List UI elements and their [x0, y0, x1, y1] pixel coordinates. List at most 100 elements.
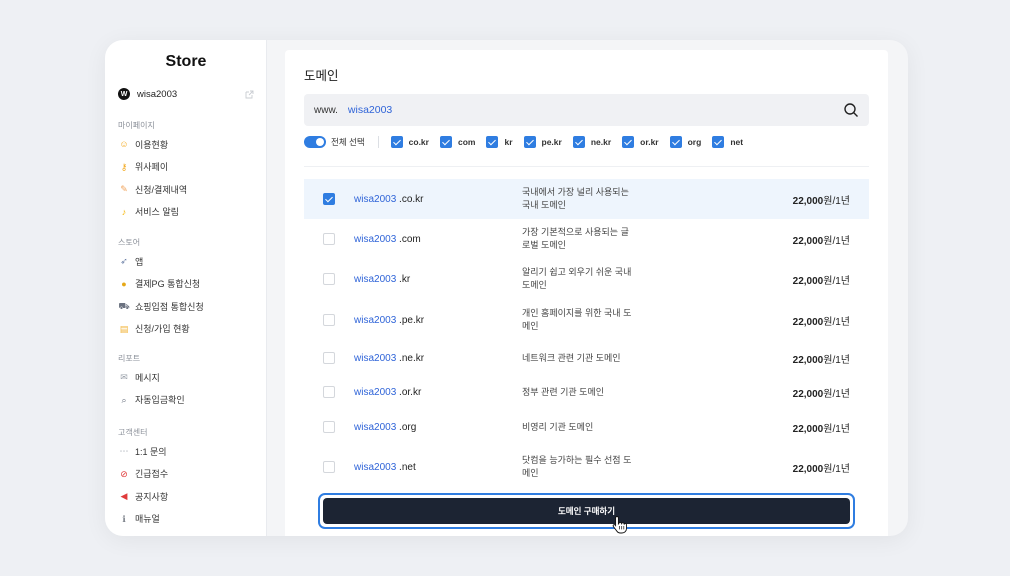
tld-checkbox-label: com [457, 137, 476, 147]
domain-tld: .or.kr [399, 386, 422, 398]
filter-divider [377, 136, 379, 148]
domain-name[interactable]: wisa2003 .com [354, 234, 421, 245]
price-unit: 원/1년 [823, 463, 850, 475]
domain-checkbox[interactable] [323, 352, 335, 364]
domain-row[interactable]: wisa2003 .co.kr 국내에서 가장 널리 사용되는 국내 도메인 22,… [304, 179, 869, 219]
domain-price: 22,000원/1년 [793, 272, 850, 287]
domain-price: 22,000원/1년 [793, 313, 850, 328]
tld-checkbox[interactable] [486, 136, 499, 148]
domain-name[interactable]: wisa2003 .or.kr [354, 387, 421, 398]
bell-icon: ♪ [121, 206, 127, 217]
sidebar-item[interactable]: ✉ 메시지 [118, 370, 160, 384]
domain-search-box: www. [304, 94, 869, 126]
tld-checkbox[interactable] [523, 136, 536, 148]
domain-price: 22,000원/1년 [793, 232, 850, 247]
chat-icon: ⋯ [119, 446, 129, 456]
tld-checkbox[interactable] [439, 136, 452, 148]
domain-row[interactable]: wisa2003 .org 비영리 기관 도메인 22,000원/1년 [304, 412, 869, 442]
domain-description: 닷컴을 능가하는 필수 선점 도메인 [522, 455, 632, 478]
price-unit: 원/1년 [823, 275, 850, 287]
domain-row[interactable]: wisa2003 .com 가장 기본적으로 사용되는 글로벌 도메인 22,000… [304, 219, 869, 259]
sidebar-item[interactable]: ● 결제PG 통합신청 [118, 277, 200, 291]
sidebar-item[interactable]: ⊘ 긴급접수 [118, 467, 168, 481]
domain-tld: .pe.kr [399, 314, 425, 326]
sidebar-item-label: 메시지 [135, 372, 160, 383]
domain-description: 개인 홈페이지를 위한 국내 도메인 [522, 308, 632, 331]
domain-checkbox[interactable] [323, 461, 335, 473]
pencil-icon: ✎ [120, 184, 128, 194]
store-title: Store [165, 53, 207, 70]
tld-checkbox[interactable] [622, 136, 635, 148]
sidebar-item[interactable]: ⌕ 자동입금확인 [118, 393, 184, 407]
sidebar-item[interactable]: ♪ 서비스 알림 [118, 205, 179, 219]
domain-checkbox[interactable] [323, 233, 335, 245]
domain-description: 비영리 기관 도메인 [522, 421, 594, 432]
sidebar-item-label: 신청/가입 현황 [135, 324, 190, 334]
sidebar-item[interactable]: ⛟ 쇼핑입점 통합신청 [118, 299, 203, 313]
domain-description: 네트워크 관련 기관 도메인 [522, 352, 621, 363]
section-label: 고객센터 [118, 428, 148, 437]
domain-row[interactable]: wisa2003 .ne.kr 네트워크 관련 기관 도메인 22,000원/1년 [304, 343, 869, 373]
sidebar-item[interactable]: ➶ 앱 [118, 254, 143, 268]
domain-description: 알리기 쉽고 외우기 쉬운 국내 도메인 [522, 267, 632, 290]
tld-checkbox[interactable] [669, 136, 682, 148]
select-all-toggle[interactable] [304, 136, 326, 148]
user-row[interactable]: W wisa2003 [118, 87, 254, 101]
sidebar-item-label: 신청/결제내역 [135, 184, 188, 195]
domain-search-input[interactable] [347, 104, 798, 116]
price-unit: 원/1년 [823, 235, 850, 247]
domain-checkbox[interactable] [323, 314, 335, 326]
search-icon[interactable] [843, 102, 859, 118]
buy-domain-button[interactable]: 도메인 구매하기 [323, 498, 850, 524]
domain-checkbox[interactable] [323, 193, 335, 205]
domain-name[interactable]: wisa2003 .co.kr [354, 194, 424, 205]
section-label: 마이페이지 [118, 121, 155, 130]
sidebar-item-label: 긴급접수 [135, 469, 169, 479]
external-link-icon[interactable] [245, 90, 254, 99]
tld-checkbox-label: pe.kr [541, 137, 562, 147]
tld-checkbox[interactable] [390, 136, 403, 148]
tld-checkbox[interactable] [712, 136, 725, 148]
app-window: Store W wisa2003 마이페이지 ☺ 이용현황 ⚷ 위사페이 ✎ 신청/결제내역… [105, 40, 908, 536]
www-prefix: www. [314, 104, 338, 116]
sidebar-item[interactable]: ⚷ 위사페이 [118, 160, 168, 174]
price-unit: 원/1년 [823, 195, 850, 207]
sidebar-item[interactable]: ▤ 신청/가입 현황 [118, 322, 190, 336]
main-panel: 도메인 www. 전체 선택 co.kr com kr pe.kr ne.kr or.kr… [285, 50, 888, 536]
sidebar-item[interactable]: ✎ 신청/결제내역 [118, 182, 187, 196]
domain-name[interactable]: wisa2003 .ne.kr [354, 353, 424, 364]
domain-checkbox[interactable] [323, 386, 335, 398]
price-amount: 22,000 [792, 463, 824, 475]
domain-name[interactable]: wisa2003 .kr [354, 274, 410, 285]
megaphone-icon: ◀ [120, 491, 128, 501]
domain-checkbox[interactable] [323, 273, 335, 285]
price-unit: 원/1년 [823, 316, 850, 328]
tld-checkbox[interactable] [572, 136, 585, 148]
domain-price: 22,000원/1년 [793, 192, 850, 207]
domain-label: wisa2003 [354, 273, 397, 285]
sidebar-item-label: 앱 [135, 256, 144, 267]
domain-row[interactable]: wisa2003 .pe.kr 개인 홈페이지를 위한 국내 도메인 22,000원… [304, 300, 869, 340]
domain-row[interactable]: wisa2003 .net 닷컴을 능가하는 필수 선점 도메인 22,000원/1… [304, 447, 869, 487]
domain-label: wisa2003 [354, 233, 397, 245]
price-amount: 22,000 [792, 316, 824, 328]
domain-name[interactable]: wisa2003 .pe.kr [354, 315, 424, 326]
domain-label: wisa2003 [354, 461, 397, 473]
mail-icon: ✉ [120, 372, 128, 382]
hand-cursor-icon [612, 516, 627, 534]
domain-row[interactable]: wisa2003 .or.kr 정부 관련 기관 도메인 22,000원/1년 [304, 377, 869, 407]
sidebar-item[interactable]: ☺ 이용현황 [118, 137, 168, 151]
domain-row[interactable]: wisa2003 .kr 알리기 쉽고 외우기 쉬운 국내 도메인 22,000원/… [304, 259, 869, 299]
tld-checkbox-label: org [687, 137, 702, 147]
domain-tld: .net [399, 461, 416, 473]
domain-name[interactable]: wisa2003 .net [354, 462, 416, 473]
domain-name[interactable]: wisa2003 .org [354, 422, 416, 433]
sidebar-item-label: 공지사항 [135, 491, 169, 502]
sidebar-item[interactable]: ◀ 공지사항 [118, 489, 169, 503]
sidebar-item-label: 매뉴얼 [135, 514, 160, 524]
sidebar-item[interactable]: ⋯ 1:1 문의 [118, 444, 167, 458]
money-bag-icon: ● [121, 278, 127, 289]
sidebar-item[interactable]: ℹ 매뉴얼 [118, 512, 160, 526]
domain-checkbox[interactable] [323, 421, 335, 433]
domain-price: 22,000원/1년 [793, 420, 850, 435]
